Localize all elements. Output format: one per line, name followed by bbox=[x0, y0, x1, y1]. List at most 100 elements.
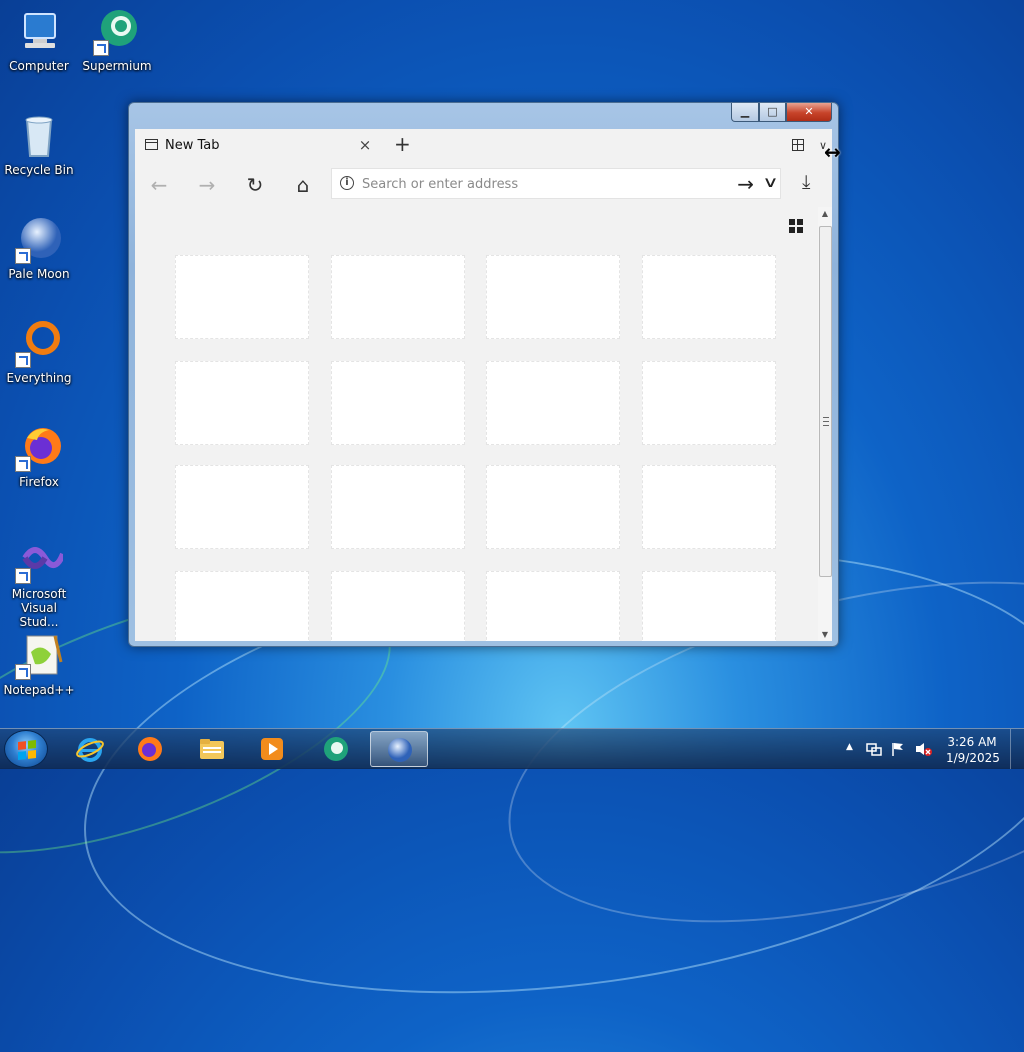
taskbar-pale-moon[interactable] bbox=[370, 731, 428, 767]
page-icon bbox=[145, 139, 158, 150]
new-tab-button[interactable]: + bbox=[394, 132, 411, 156]
grid-layout-icon[interactable] bbox=[789, 219, 803, 233]
scrollbar-thumb[interactable] bbox=[819, 226, 832, 577]
desktop-icon-visual-studio[interactable]: Microsoft Visual Stud... bbox=[0, 536, 78, 629]
supermium-icon bbox=[93, 8, 141, 56]
everything-icon bbox=[15, 320, 63, 368]
download-button[interactable]: ⤓ bbox=[802, 171, 810, 193]
computer-icon bbox=[15, 8, 63, 56]
tab-close-button[interactable]: × bbox=[357, 136, 373, 154]
visual-studio-icon bbox=[15, 536, 66, 584]
speed-dial-tile[interactable] bbox=[175, 361, 309, 445]
desktop-icon-label: Everything bbox=[6, 371, 72, 385]
taskbar-media-player[interactable] bbox=[246, 731, 298, 767]
shortcut-arrow-icon bbox=[15, 352, 31, 368]
minimize-button[interactable]: ▁ bbox=[731, 103, 759, 122]
shortcut-arrow-icon bbox=[15, 664, 31, 680]
maximize-button[interactable]: □ bbox=[759, 103, 786, 122]
desktop-icon-label: Firefox bbox=[19, 475, 59, 489]
pale-moon-icon bbox=[15, 216, 63, 264]
supermium-icon bbox=[324, 737, 348, 761]
firefox-icon bbox=[138, 737, 162, 761]
desktop-icon-label: Computer bbox=[9, 59, 69, 73]
info-icon[interactable]: i bbox=[340, 176, 354, 190]
recycle-bin-icon bbox=[15, 112, 63, 160]
vertical-scrollbar[interactable]: ▲ ▼ bbox=[818, 207, 832, 641]
shortcut-arrow-icon bbox=[15, 456, 31, 472]
notepad-plus-plus-icon bbox=[15, 632, 63, 680]
firefox-icon bbox=[15, 424, 63, 472]
resize-cursor-icon: ↔ bbox=[824, 140, 841, 164]
speed-dial-tile[interactable] bbox=[175, 465, 309, 549]
volume-muted-icon[interactable] bbox=[914, 741, 932, 757]
speed-dial-tile[interactable] bbox=[175, 255, 309, 339]
desktop-icon-firefox[interactable]: Firefox bbox=[0, 424, 78, 489]
internet-explorer-icon bbox=[76, 738, 104, 762]
shortcut-arrow-icon bbox=[93, 40, 109, 56]
media-player-icon bbox=[261, 738, 283, 760]
speed-dial-tile[interactable] bbox=[486, 361, 620, 445]
desktop-icon-label: Supermium bbox=[82, 59, 152, 73]
tab-overview-icon[interactable] bbox=[792, 139, 804, 151]
desktop-icon-supermium[interactable]: Supermium bbox=[78, 8, 156, 73]
speed-dial-tile[interactable] bbox=[642, 571, 776, 641]
show-desktop-button[interactable] bbox=[1010, 729, 1024, 769]
speed-dial-tile[interactable] bbox=[331, 571, 465, 641]
pale-moon-icon bbox=[388, 738, 412, 762]
desktop-icon-recycle-bin[interactable]: Recycle Bin bbox=[0, 112, 78, 177]
clock-date: 1/9/2025 bbox=[946, 751, 1000, 765]
clock-time: 3:26 AM bbox=[947, 735, 997, 749]
speed-dial-tile[interactable] bbox=[642, 361, 776, 445]
desktop-icon-computer[interactable]: Computer bbox=[0, 8, 78, 73]
network-icon[interactable] bbox=[866, 741, 882, 757]
shortcut-arrow-icon bbox=[15, 248, 31, 264]
taskbar-internet-explorer[interactable] bbox=[64, 731, 116, 767]
action-center-flag-icon[interactable] bbox=[890, 741, 906, 757]
address-dropdown-button[interactable]: ∨ bbox=[762, 173, 778, 191]
speed-dial-tile[interactable] bbox=[331, 361, 465, 445]
show-hidden-icons-button[interactable]: ▲ bbox=[846, 742, 853, 752]
tab-title: New Tab bbox=[165, 138, 220, 153]
browser-client-area: New Tab × + ∨ ← → ↻ ⌂ i → ∨ ⤓ ▲ bbox=[135, 129, 832, 641]
reload-button[interactable]: ↻ bbox=[243, 173, 267, 197]
start-button[interactable] bbox=[4, 730, 48, 768]
taskbar-supermium[interactable] bbox=[310, 731, 362, 767]
scrollbar-grip-icon bbox=[823, 417, 829, 426]
desktop-icon-notepad-plus-plus[interactable]: Notepad++ bbox=[0, 632, 78, 697]
forward-button[interactable]: → bbox=[195, 173, 219, 197]
desktop-icon-label: Pale Moon bbox=[8, 267, 70, 281]
back-button[interactable]: ← bbox=[147, 173, 171, 197]
speed-dial-tile[interactable] bbox=[175, 571, 309, 641]
taskbar-firefox[interactable] bbox=[124, 731, 176, 767]
speed-dial-tile[interactable] bbox=[642, 255, 776, 339]
caption-buttons: ▁ □ ✕ bbox=[731, 103, 832, 122]
desktop-icon-label-line2: Visual Stud... bbox=[19, 601, 59, 629]
desktop-icon-label: Notepad++ bbox=[3, 683, 75, 697]
speed-dial-tile[interactable] bbox=[331, 255, 465, 339]
desktop-icon-label: Recycle Bin bbox=[4, 163, 74, 177]
scroll-up-arrow-icon[interactable]: ▲ bbox=[818, 209, 832, 218]
scroll-down-arrow-icon[interactable]: ▼ bbox=[818, 630, 832, 639]
desktop-icon-everything[interactable]: Everything bbox=[0, 320, 78, 385]
address-input[interactable] bbox=[360, 174, 724, 194]
windows-logo-icon bbox=[18, 740, 36, 760]
desktop-icon-pale-moon[interactable]: Pale Moon bbox=[0, 216, 78, 281]
navigation-toolbar: ← → ↻ ⌂ i → ∨ ⤓ bbox=[135, 161, 832, 207]
speed-dial-tile[interactable] bbox=[486, 571, 620, 641]
tab-new-tab[interactable]: New Tab × bbox=[135, 129, 379, 161]
desktop-icon-label-line1: Microsoft bbox=[11, 587, 67, 601]
home-button[interactable]: ⌂ bbox=[291, 173, 315, 197]
browser-window[interactable]: ▁ □ ✕ New Tab × + ∨ ← → ↻ ⌂ i → ∨ bbox=[128, 102, 839, 647]
speed-dial-tile[interactable] bbox=[486, 255, 620, 339]
system-clock[interactable]: 3:26 AM 1/9/2025 bbox=[946, 734, 1000, 766]
speed-dial-tile[interactable] bbox=[331, 465, 465, 549]
speed-dial-tile[interactable] bbox=[642, 465, 776, 549]
file-explorer-icon bbox=[200, 739, 224, 759]
speed-dial-page bbox=[135, 207, 832, 641]
go-arrow-button[interactable]: → bbox=[737, 172, 754, 196]
taskbar: ▲ 3:26 AM 1/9/2025 bbox=[0, 728, 1024, 769]
close-button[interactable]: ✕ bbox=[786, 103, 832, 122]
speed-dial-tile[interactable] bbox=[486, 465, 620, 549]
tab-strip: New Tab × + ∨ bbox=[135, 129, 832, 161]
taskbar-file-explorer[interactable] bbox=[186, 731, 238, 767]
